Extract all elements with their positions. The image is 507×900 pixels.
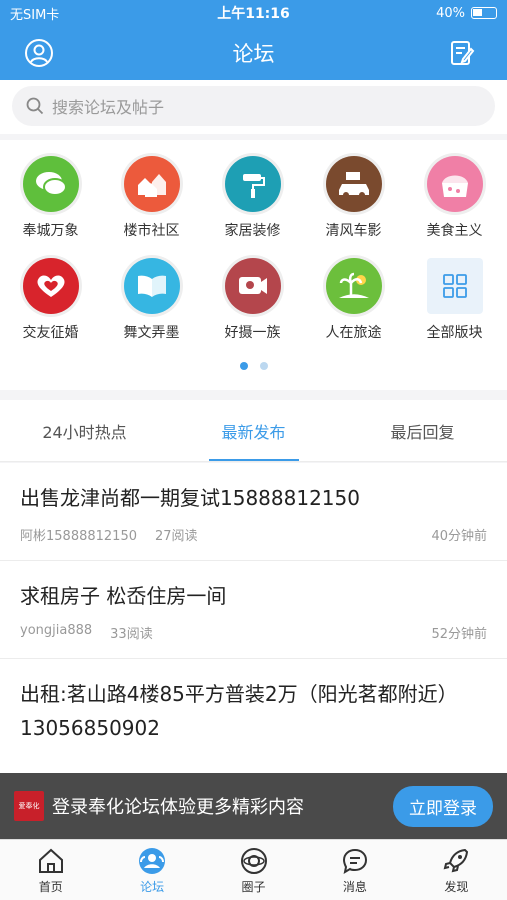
post-time: 40分钟前: [431, 529, 487, 544]
post-author: 阿彬15888812150: [20, 529, 137, 544]
tab-latest[interactable]: 最新发布: [169, 400, 338, 461]
compose-button[interactable]: [445, 36, 479, 70]
post-time: 52分钟前: [431, 627, 487, 642]
category-loushi[interactable]: 楼市社区: [101, 156, 202, 240]
tabbar-label: 首页: [38, 880, 63, 894]
list-item[interactable]: 出租:茗山路4楼85平方普装2万（阳光茗都附近）13056850902: [0, 659, 507, 745]
tabbar-forum[interactable]: 论坛: [101, 840, 202, 900]
app-logo: 爱奉化: [14, 791, 44, 821]
bottom-tab-bar: 首页 论坛 圈子 消息 发现: [0, 839, 507, 900]
battery-percent: 40%: [436, 5, 465, 21]
login-promo-bar: 爱奉化 登录奉化论坛体验更多精彩内容 立即登录: [0, 773, 507, 839]
category-jiaju[interactable]: 家居装修: [202, 156, 303, 240]
tabbar-messages[interactable]: 消息: [304, 840, 405, 900]
promo-text: 登录奉化论坛体验更多精彩内容: [52, 797, 304, 818]
rocket-icon: [443, 848, 469, 873]
book-icon: [123, 258, 180, 314]
car-icon: [325, 156, 382, 212]
tabbar-discover[interactable]: 发现: [406, 840, 507, 900]
palm-tree-icon: [325, 258, 382, 314]
tabbar-label: 论坛: [140, 880, 165, 894]
tabbar-label: 发现: [444, 880, 469, 894]
category-meishi[interactable]: 美食主义: [404, 156, 505, 240]
home-icon: [38, 848, 63, 873]
nav-header: 论坛: [0, 26, 507, 80]
category-label: 好摄一族: [224, 325, 281, 341]
post-views: 27阅读: [154, 529, 198, 544]
search-icon: [26, 97, 44, 115]
camera-icon: [224, 258, 281, 314]
search-area: 搜索论坛及帖子: [0, 80, 507, 134]
tab-last-reply[interactable]: 最后回复: [338, 400, 507, 461]
post-title: 求租房子 松岙住房一间: [20, 584, 227, 608]
tab-hot-24h[interactable]: 24小时热点: [0, 400, 169, 461]
cake-icon: [426, 156, 483, 212]
houses-icon: [123, 156, 180, 212]
message-icon: [342, 848, 367, 875]
list-item[interactable]: 出售龙津尚都一期复试15888812150 阿彬15888812150 27阅读…: [0, 463, 507, 561]
category-label: 美食主义: [426, 223, 483, 239]
planet-icon: [240, 848, 267, 874]
category-lvtu[interactable]: 人在旅途: [303, 258, 404, 342]
search-placeholder: 搜索论坛及帖子: [52, 98, 165, 117]
status-bar: 无SIM卡 上午11:16 40%: [0, 0, 507, 26]
category-label: 人在旅途: [325, 325, 382, 341]
tabbar-home[interactable]: 首页: [0, 840, 101, 900]
post-views: 33阅读: [110, 627, 153, 642]
search-input[interactable]: 搜索论坛及帖子: [12, 86, 495, 126]
post-title: 出售龙津尚都一期复试15888812150: [20, 486, 360, 510]
list-item[interactable]: 求租房子 松岙住房一间 yongjia888 33阅读 52分钟前: [0, 561, 507, 659]
page-dot[interactable]: [259, 362, 268, 370]
hearts-icon: [22, 258, 79, 314]
category-label: 舞文弄墨: [123, 325, 180, 341]
category-fengcheng[interactable]: 奉城万象: [0, 156, 101, 240]
post-list: 出售龙津尚都一期复试15888812150 阿彬15888812150 27阅读…: [0, 463, 507, 773]
battery-icon: [471, 7, 497, 19]
tabbar-circle[interactable]: 圈子: [203, 840, 304, 900]
category-cheying[interactable]: 清风车影: [303, 156, 404, 240]
post-tabs: 24小时热点 最新发布 最后回复: [0, 400, 507, 462]
login-button[interactable]: 立即登录: [393, 785, 493, 827]
page-title: 论坛: [232, 42, 275, 66]
tabbar-label: 消息: [342, 880, 367, 894]
category-haoshe[interactable]: 好摄一族: [202, 258, 303, 342]
grid-icon: [426, 258, 483, 314]
category-label: 全部版块: [426, 325, 483, 341]
edit-icon: [451, 41, 475, 65]
chat-bubbles-icon: [22, 156, 79, 212]
forum-icon: [139, 848, 166, 874]
category-all[interactable]: 全部版块: [404, 258, 505, 342]
clock: 上午11:16: [217, 6, 290, 22]
tabbar-label: 圈子: [241, 880, 266, 894]
user-icon: [25, 39, 53, 67]
page-indicator[interactable]: [0, 362, 507, 370]
category-jiaoyou[interactable]: 交友征婚: [0, 258, 101, 342]
category-label: 奉城万象: [22, 223, 79, 239]
category-label: 楼市社区: [123, 223, 180, 239]
profile-button[interactable]: [22, 36, 56, 70]
category-label: 交友征婚: [22, 325, 79, 341]
category-label: 清风车影: [325, 223, 382, 239]
category-label: 家居装修: [224, 223, 281, 239]
page-dot-active[interactable]: [239, 362, 248, 370]
paint-roller-icon: [224, 156, 281, 212]
category-wuwen[interactable]: 舞文弄墨: [101, 258, 202, 342]
post-author: yongjia888: [20, 623, 93, 638]
post-title: 出租:茗山路4楼85平方普装2万（阳光茗都附近）13056850902: [20, 682, 458, 740]
category-grid: 奉城万象 楼市社区 家居装修 清风车影 美食主义 交友征婚 舞文弄墨 好摄一族 …: [0, 140, 507, 390]
